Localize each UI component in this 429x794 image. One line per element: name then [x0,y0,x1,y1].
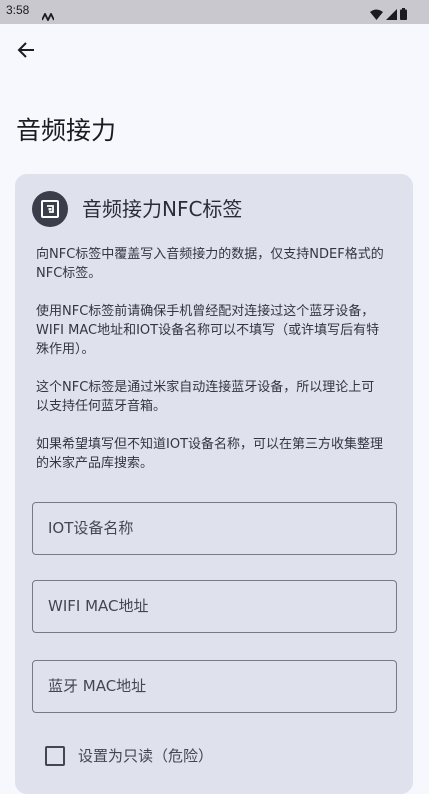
arrow-left-icon [17,41,35,63]
nfc-card: 音频接力NFC标签 向NFC标签中覆盖写入音频接力的数据，仅支持NDEF格式的N… [15,174,413,794]
bt-mac-field[interactable]: 蓝牙 MAC地址 [32,660,397,713]
iot-name-label: IOT设备名称 [48,519,134,537]
wifi-mac-field[interactable]: WIFI MAC地址 [32,580,397,633]
page-title: 音频接力 [16,116,117,145]
description-paragraph: 使用NFC标签前请确保手机曾经配对连接过这个蓝牙设备，WIFI MAC地址和IO… [36,304,380,357]
wifi-icon [370,5,383,24]
wifi-mac-label: WIFI MAC地址 [48,597,149,615]
description-paragraph: 如果希望填写但不知道IOT设备名称，可以在第三方收集整理的米家产品库搜索。 [36,437,384,471]
bt-mac-label: 蓝牙 MAC地址 [48,677,147,695]
description-paragraph: 向NFC标签中覆盖写入音频接力的数据，仅支持NDEF格式的NFC标签。 [36,247,384,281]
status-time: 3:58 [6,3,30,17]
back-button[interactable] [8,34,44,70]
description-paragraph: 这个NFC标签是通过米家自动连接蓝牙设备，所以理论上可以支持任何蓝牙音箱。 [36,380,375,414]
nfc-icon [32,191,68,227]
battery-icon [400,5,407,24]
activity-icon [41,6,55,25]
iot-name-field[interactable]: IOT设备名称 [32,502,397,555]
status-bar: 3:58 [0,0,429,24]
signal-icon [386,5,397,24]
card-title: 音频接力NFC标签 [82,197,243,221]
